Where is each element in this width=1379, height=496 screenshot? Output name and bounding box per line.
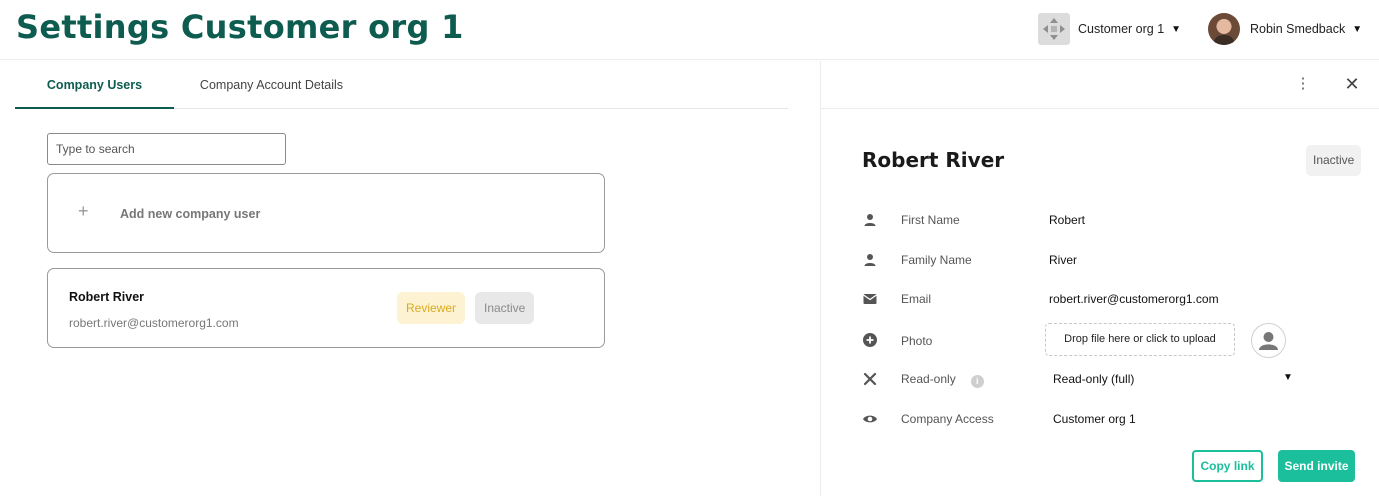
tab-company-users[interactable]: Company Users <box>15 61 174 109</box>
detail-user-name: Robert River <box>862 148 1005 172</box>
org-switcher[interactable]: Customer org 1 ▼ <box>1038 13 1181 45</box>
mail-icon <box>863 294 877 304</box>
more-options-icon[interactable]: ⋮ <box>1295 74 1311 94</box>
field-label: Company Access <box>901 412 994 426</box>
avatar <box>1208 13 1240 45</box>
field-company-access: Company Access Customer org 1 <box>821 404 1379 434</box>
user-email: robert.river@customerorg1.com <box>69 316 239 330</box>
detail-toolbar: ⋮ ✕ <box>821 61 1379 109</box>
field-label: Read-only i <box>901 372 984 388</box>
field-first-name: First Name Robert <box>821 205 1379 235</box>
field-label: First Name <box>901 213 960 227</box>
field-label: Family Name <box>901 253 972 267</box>
chevron-down-icon: ▼ <box>1352 23 1363 35</box>
user-menu[interactable]: Robin Smedback ▼ <box>1208 12 1362 46</box>
person-icon <box>864 254 876 266</box>
family-name-field[interactable]: River <box>1049 253 1077 267</box>
user-name: Robert River <box>69 290 145 304</box>
close-icon[interactable]: ✕ <box>1342 74 1362 94</box>
list-item[interactable]: Robert River robert.river@customerorg1.c… <box>47 268 605 348</box>
add-circle-icon <box>863 333 877 347</box>
top-header: Settings Customer org 1 Customer org 1 ▼… <box>0 0 1379 60</box>
add-company-user-button[interactable]: + Add new company user <box>47 173 605 253</box>
field-label: Photo <box>901 334 933 348</box>
copy-link-button[interactable]: Copy link <box>1192 450 1263 482</box>
tab-company-account-details[interactable]: Company Account Details <box>174 61 369 109</box>
info-icon[interactable]: i <box>970 375 984 388</box>
settings-tabs: Company Users Company Account Details <box>15 61 788 109</box>
org-name: Customer org 1 <box>1078 22 1165 36</box>
person-icon <box>864 214 876 226</box>
chevron-down-icon[interactable]: ▼ <box>1283 372 1293 383</box>
add-user-label: Add new company user <box>120 207 261 221</box>
eye-icon <box>863 415 877 423</box>
field-photo: Photo Drop file here or click to upload <box>821 323 1379 358</box>
user-name: Robin Smedback <box>1250 22 1346 36</box>
field-label: Email <box>901 292 932 306</box>
user-detail-panel: ⋮ ✕ Robert River Inactive First Name Rob… <box>820 61 1379 496</box>
first-name-field[interactable]: Robert <box>1049 213 1085 227</box>
org-logo-icon <box>1038 13 1070 45</box>
role-badge: Reviewer <box>397 292 466 324</box>
email-field[interactable]: robert.river@customerorg1.com <box>1049 292 1219 306</box>
read-only-label: Read-only <box>901 372 956 386</box>
send-invite-button[interactable]: Send invite <box>1278 450 1355 482</box>
field-family-name: Family Name River <box>821 245 1379 275</box>
photo-dropzone[interactable]: Drop file here or click to upload <box>1045 323 1235 356</box>
status-badge: Inactive <box>475 292 535 324</box>
tools-icon <box>863 372 877 386</box>
status-badge: Inactive <box>1306 145 1362 176</box>
field-email: Email robert.river@customerorg1.com <box>821 284 1379 314</box>
page-title: Settings Customer org 1 <box>16 8 464 46</box>
chevron-down-icon: ▼ <box>1171 23 1182 35</box>
read-only-select[interactable]: Read-only (full) <box>1053 372 1134 386</box>
avatar-placeholder-icon <box>1251 323 1286 358</box>
field-read-only: Read-only i Read-only (full) ▼ <box>821 364 1379 394</box>
plus-icon: + <box>78 201 89 221</box>
search-input[interactable] <box>47 133 286 165</box>
company-access-value[interactable]: Customer org 1 <box>1053 412 1136 426</box>
